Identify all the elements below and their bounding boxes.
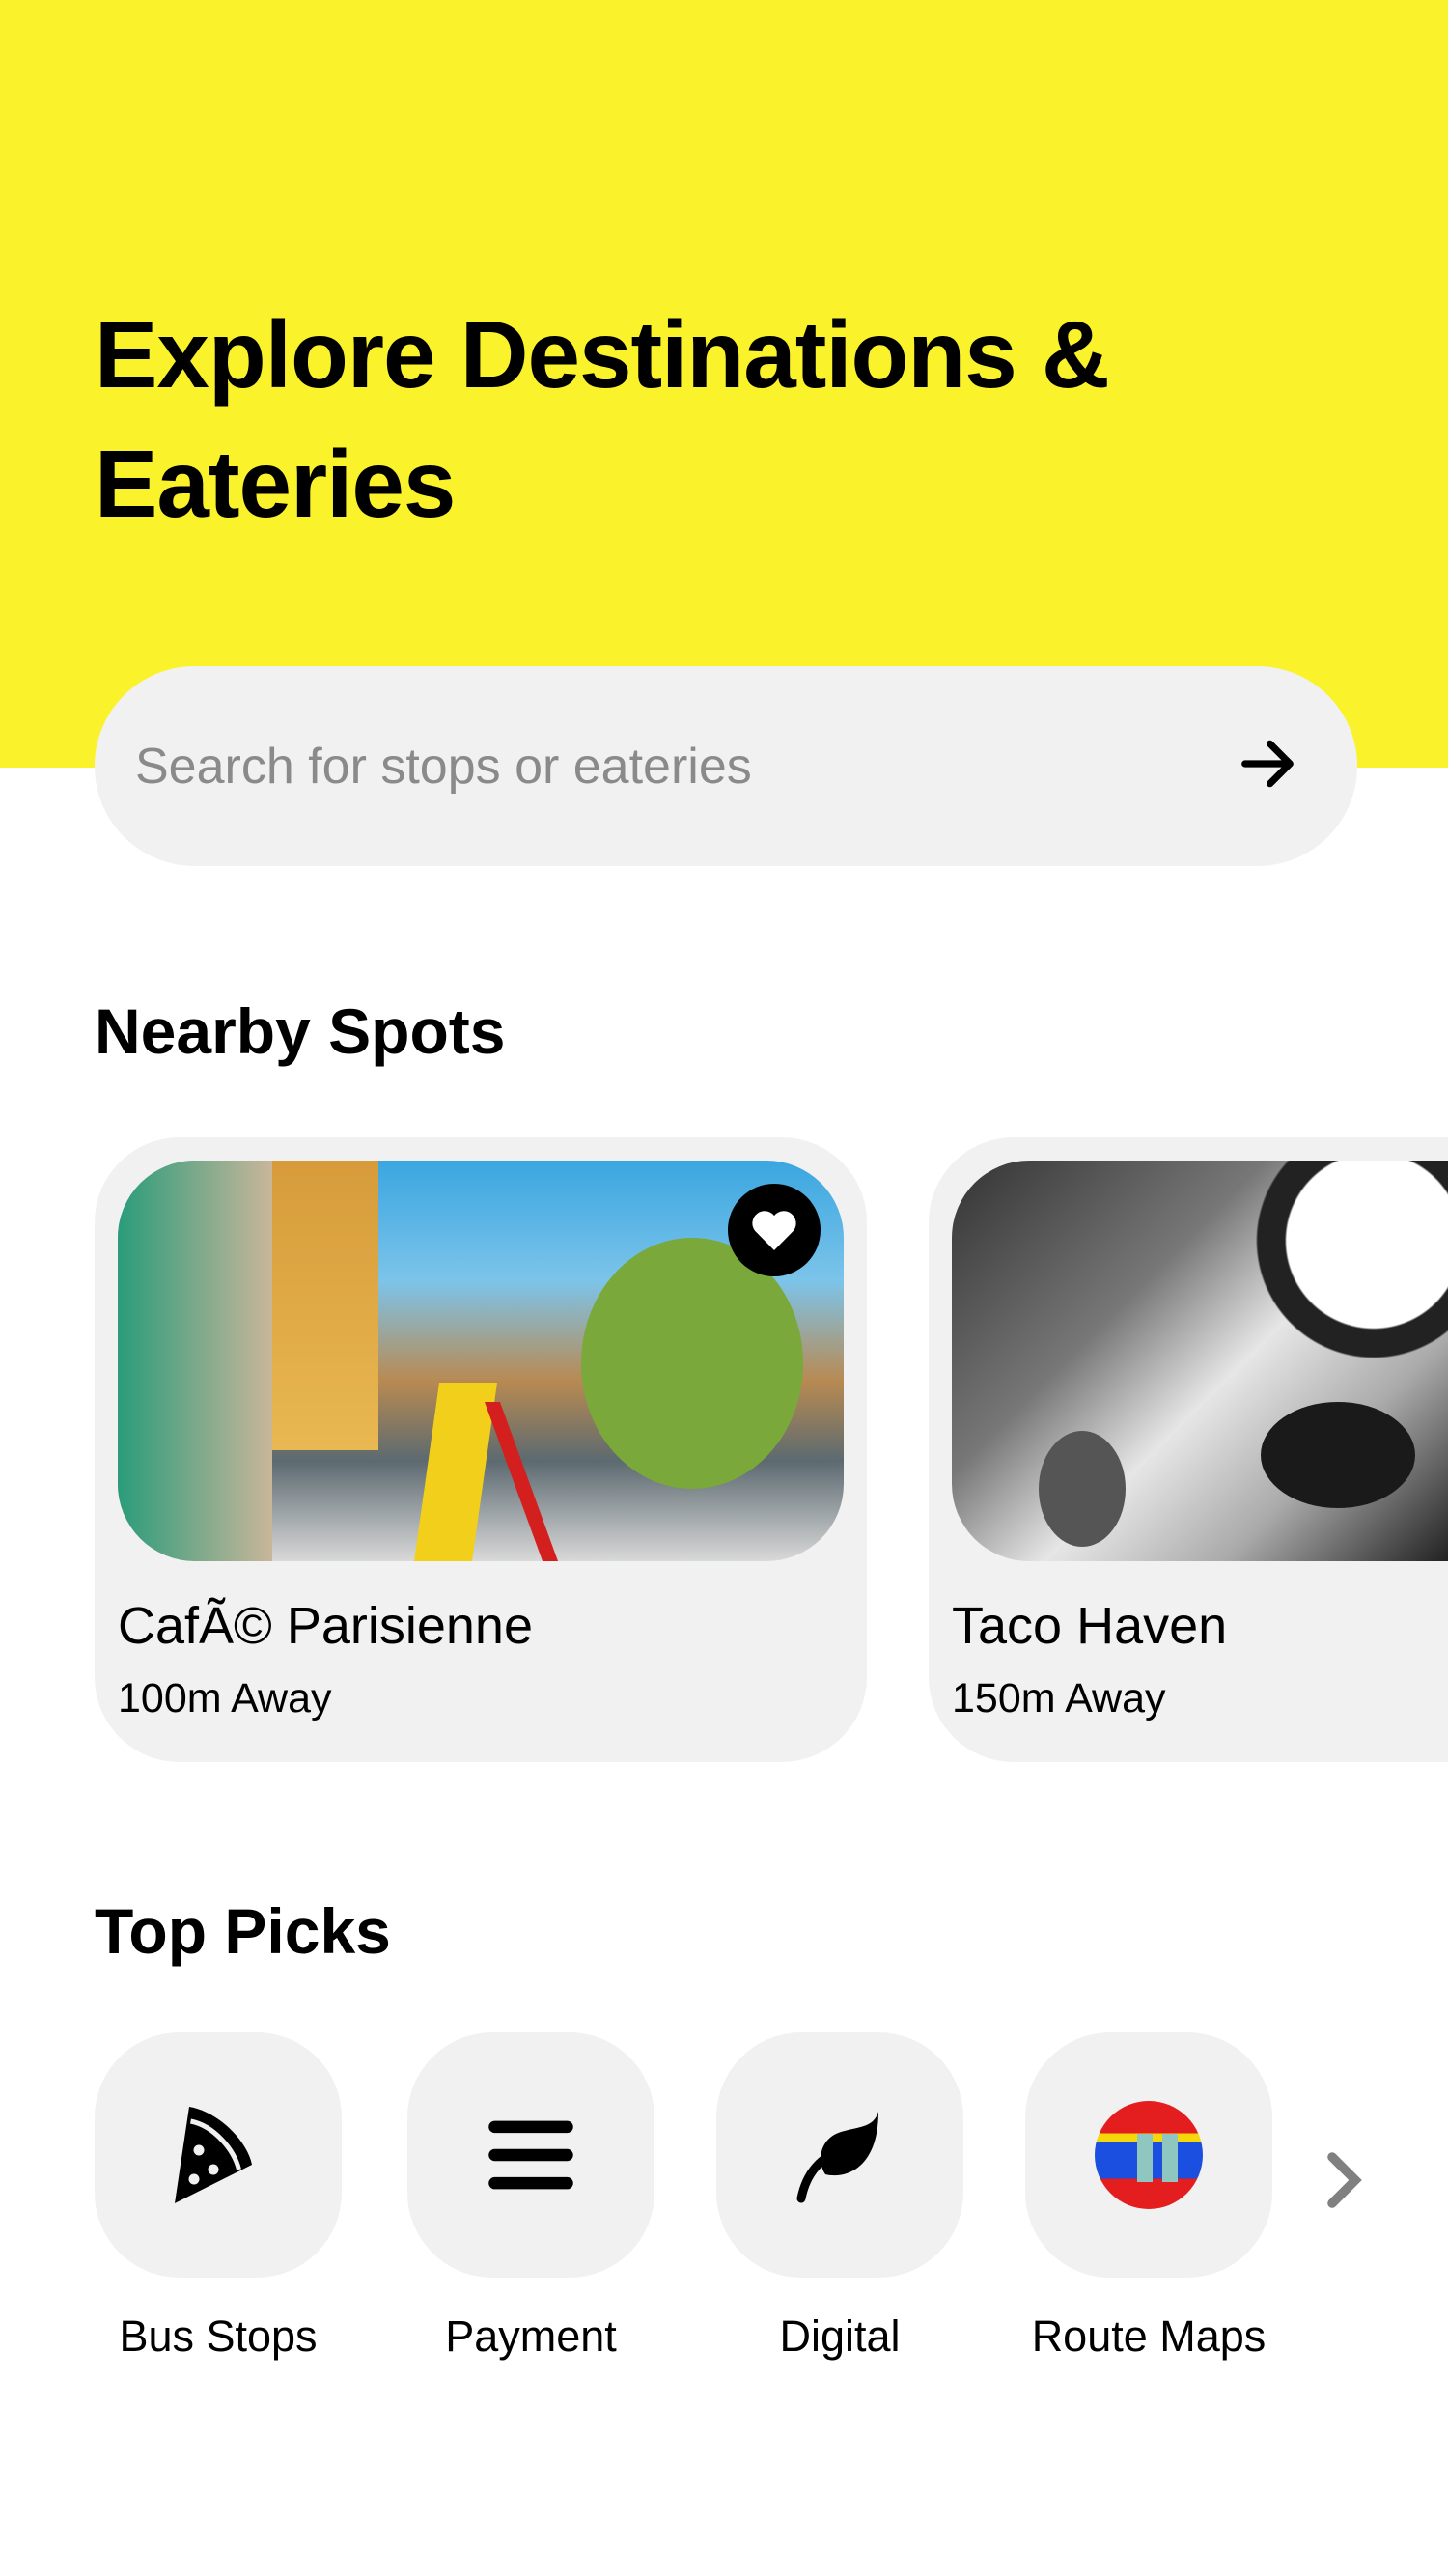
- favorite-button[interactable]: [728, 1184, 821, 1276]
- nearby-heading: Nearby Spots: [95, 995, 506, 1067]
- leaf-icon: [796, 2112, 878, 2203]
- spot-card[interactable]: CafÃ© Parisienne 100m Away: [95, 1137, 867, 1762]
- pizza-slice-icon: [175, 2107, 252, 2203]
- pick-digital[interactable]: [716, 2032, 963, 2278]
- spot-name: Taco Haven: [952, 1597, 1228, 1655]
- top-picks-heading: Top Picks: [95, 1895, 391, 1967]
- heart-icon: [752, 1211, 796, 1250]
- pick-route-maps[interactable]: [1025, 2032, 1272, 2278]
- spot-card[interactable]: Taco Haven 150m Away: [929, 1137, 1448, 1762]
- pick-bus-stops[interactable]: [95, 2032, 342, 2278]
- search-input[interactable]: [135, 737, 1238, 796]
- pick-label: Route Maps: [1031, 2311, 1267, 2361]
- pick-label: Payment: [445, 2311, 617, 2361]
- page-title: Explore Destinations & Eateries: [95, 301, 1110, 537]
- menu-bars-icon: [488, 2120, 573, 2190]
- pick-payment[interactable]: [407, 2032, 654, 2278]
- spot-image: [952, 1161, 1448, 1561]
- pick-label: Bus Stops: [119, 2311, 318, 2361]
- pick-label: Digital: [779, 2311, 901, 2361]
- search-bar[interactable]: [95, 666, 1357, 866]
- spot-name: CafÃ© Parisienne: [118, 1597, 533, 1655]
- chevron-right-icon[interactable]: [1321, 2149, 1367, 2216]
- arrow-right-icon[interactable]: [1238, 734, 1297, 798]
- spot-distance: 150m Away: [952, 1675, 1166, 1722]
- route-map-thumbnail: [1095, 2101, 1203, 2209]
- spot-distance: 100m Away: [118, 1675, 332, 1722]
